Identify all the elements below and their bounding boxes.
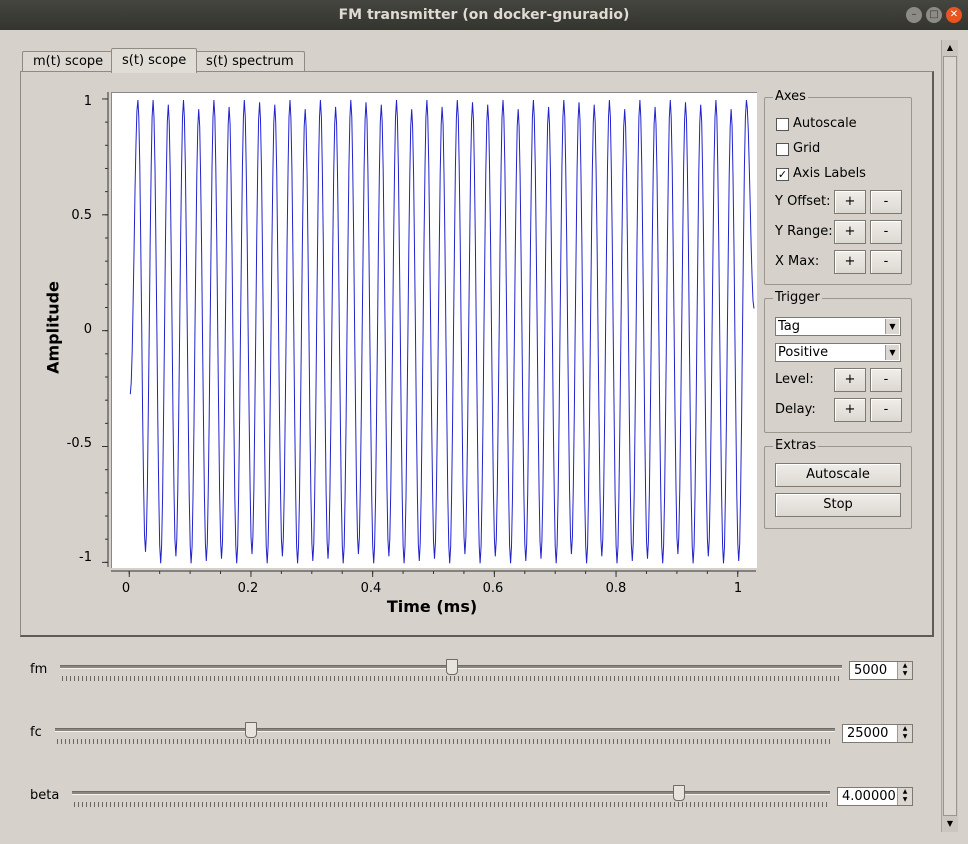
trigger-level-plus-button[interactable]: +: [834, 368, 866, 392]
x-max-minus-button[interactable]: -: [870, 250, 902, 274]
trigger-slope-select[interactable]: Positive ▼: [775, 343, 901, 362]
fc-value: 25000: [847, 726, 889, 741]
scroll-down-icon[interactable]: ▼: [942, 817, 958, 831]
x-max-label: X Max:: [775, 254, 820, 269]
vertical-scrollbar[interactable]: ▲ ▼: [941, 40, 958, 832]
series-line: [129, 99, 755, 564]
autoscale-label: Autoscale: [793, 116, 857, 131]
fm-slider-thumb[interactable]: [446, 659, 458, 675]
trigger-delay-minus-button[interactable]: -: [870, 398, 902, 422]
beta-value: 4.00000: [842, 789, 896, 804]
scroll-up-icon[interactable]: ▲: [942, 41, 958, 55]
beta-slider-ticks: [74, 802, 828, 807]
chevron-down-icon: ▼: [885, 345, 899, 360]
y-offset-minus-button[interactable]: -: [870, 190, 902, 214]
fc-spinbox[interactable]: 25000 ▲ ▼: [842, 724, 913, 743]
autoscale-button[interactable]: Autoscale: [775, 463, 901, 487]
trigger-delay-label: Delay:: [775, 402, 816, 417]
fm-label: fm: [30, 662, 48, 677]
grid-checkbox[interactable]: [776, 143, 789, 156]
trigger-slope-value: Positive: [778, 345, 829, 360]
y-range-plus-button[interactable]: +: [834, 220, 866, 244]
fc-slider-track[interactable]: [55, 728, 835, 732]
spin-arrows-icon[interactable]: ▲ ▼: [897, 788, 912, 805]
beta-slider-thumb[interactable]: [673, 785, 686, 801]
y-offset-plus-button[interactable]: +: [834, 190, 866, 214]
fm-value: 5000: [854, 663, 888, 678]
extras-group-title: Extras: [773, 438, 819, 453]
trigger-level-label: Level:: [775, 372, 814, 387]
trigger-mode-value: Tag: [778, 319, 801, 334]
plot-area[interactable]: [111, 92, 757, 568]
fc-slider-thumb[interactable]: [245, 722, 257, 738]
fc-slider-ticks: [57, 739, 833, 744]
x-max-plus-button[interactable]: +: [834, 250, 866, 274]
axis-labels-checkbox[interactable]: ✓: [776, 168, 789, 181]
axis-labels-label: Axis Labels: [793, 166, 866, 181]
trigger-level-minus-button[interactable]: -: [870, 368, 902, 392]
autoscale-checkbox[interactable]: [776, 118, 789, 131]
fm-spinbox[interactable]: 5000 ▲ ▼: [849, 661, 913, 680]
fc-label: fc: [30, 725, 42, 740]
chevron-down-icon: ▼: [885, 319, 899, 334]
beta-slider-track[interactable]: [72, 791, 830, 795]
trigger-group-title: Trigger: [773, 290, 822, 305]
trigger-delay-plus-button[interactable]: +: [834, 398, 866, 422]
y-offset-label: Y Offset:: [775, 194, 831, 209]
fm-slider-ticks: [62, 676, 840, 681]
axes-group-title: Axes: [773, 89, 808, 104]
scrollbar-handle[interactable]: [943, 56, 957, 816]
beta-label: beta: [30, 788, 60, 803]
beta-spinbox[interactable]: 4.00000 ▲ ▼: [837, 787, 913, 806]
spin-arrows-icon[interactable]: ▲ ▼: [897, 662, 912, 679]
grid-label: Grid: [793, 141, 821, 156]
signal-plot: [129, 99, 755, 564]
spin-arrows-icon[interactable]: ▲ ▼: [897, 725, 912, 742]
y-range-minus-button[interactable]: -: [870, 220, 902, 244]
stop-button[interactable]: Stop: [775, 493, 901, 517]
trigger-mode-select[interactable]: Tag ▼: [775, 317, 901, 336]
y-range-label: Y Range:: [775, 224, 833, 239]
tab-st-scope[interactable]: s(t) scope: [111, 48, 198, 73]
